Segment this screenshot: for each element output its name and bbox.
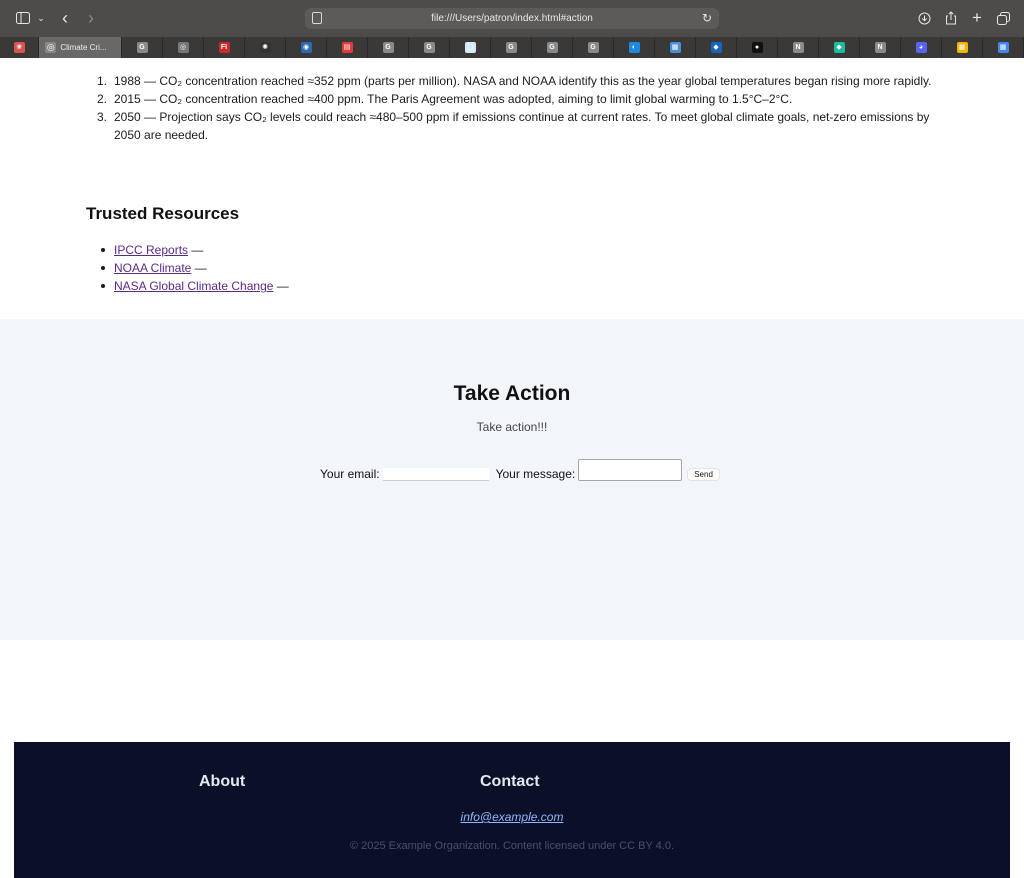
pinned-tab[interactable]: ❀ [0, 37, 40, 58]
sidebar-toggle-icon[interactable] [14, 8, 32, 28]
google-g-icon: G [587, 42, 599, 53]
message-label: Your message: [495, 467, 576, 481]
tab-overview-icon[interactable] [995, 8, 1011, 28]
notion-icon: N [874, 42, 886, 53]
list-item: NOAA Climate — [101, 259, 289, 277]
browser-tab[interactable]: ✺ [245, 37, 286, 58]
browser-tab[interactable]: N [860, 37, 901, 58]
url-text: file:///Users/patron/index.html#action [431, 13, 593, 24]
flower-app-icon: ❀ [13, 42, 25, 53]
tab-title: Climate Cri... [60, 43, 107, 52]
take-action-section: Take Action Take action!!! Your email: Y… [0, 319, 1024, 878]
discord-icon: ◕ [915, 42, 927, 53]
browser-tab[interactable]: ◆ [819, 37, 860, 58]
send-button[interactable]: Send [687, 468, 720, 481]
browser-tab[interactable]: G [573, 37, 614, 58]
email-label: Your email: [320, 467, 380, 481]
light-app-icon: ▢ [464, 42, 476, 53]
page-icon [312, 12, 322, 24]
google-g-icon: G [505, 42, 517, 53]
timeline-item: 2. 2015 — CO₂ concentration reached ≈400 … [97, 92, 793, 106]
resources-list: IPCC Reports — NOAA Climate — NASA Globa… [101, 241, 289, 295]
section-title: Take Action [453, 382, 571, 405]
browser-tab[interactable]: ▢ [450, 37, 491, 58]
email-field[interactable] [382, 468, 489, 481]
compass-icon: ◎ [177, 42, 189, 53]
teal-diamond-icon: ◆ [833, 42, 845, 53]
bullet [101, 248, 105, 252]
browser-tab[interactable]: G [409, 37, 450, 58]
tab-strip: ❀ ◎ Climate Cri... G ◎ FI ✺ ◉ ▤ G G ▢ G G G ◐ ▦ ◆ ● N ◆ N ◕… [0, 37, 1024, 58]
reload-icon[interactable]: ↻ [702, 11, 712, 25]
site-footer: About Contact info@example.com © 2025 Ex… [14, 742, 1010, 878]
new-tab-icon[interactable]: + [969, 8, 985, 28]
browser-tab[interactable]: G [122, 37, 163, 58]
forward-arrow-icon[interactable]: › [83, 8, 99, 28]
browser-tab[interactable]: ● [737, 37, 778, 58]
red-doc-icon: ▤ [341, 42, 353, 53]
noaa-icon: ◉ [300, 42, 312, 53]
resources-heading: Trusted Resources [86, 204, 240, 223]
copyright-text: © 2025 Example Organization. Content lic… [349, 840, 675, 852]
message-textarea[interactable] [578, 459, 683, 481]
calendar-icon: ▦ [956, 42, 968, 53]
browser-tab[interactable]: G [491, 37, 532, 58]
github-icon: ● [751, 42, 763, 53]
contact-form: Your email: Your message: Send [320, 453, 720, 481]
footer-contact-heading: Contact [480, 773, 540, 790]
openai-icon: ✺ [259, 42, 271, 53]
browser-tab[interactable]: ▦ [942, 37, 983, 58]
address-bar[interactable]: file:///Users/patron/index.html#action ↻ [305, 8, 719, 29]
share-icon[interactable] [943, 8, 959, 28]
noaa-bird-icon: ◆ [710, 42, 722, 53]
back-arrow-icon[interactable]: ‹ [57, 8, 73, 28]
browser-toolbar: ⌄ ‹ › file:///Users/patron/index.html#ac… [0, 0, 1024, 37]
browser-tab[interactable]: ▤ [327, 37, 368, 58]
browser-tab[interactable]: N [778, 37, 819, 58]
tab-climate-crisis[interactable]: ◎ Climate Cri... [39, 37, 122, 58]
calendar-icon: ▦ [997, 42, 1009, 53]
bullet [101, 284, 105, 288]
compass-icon: ◎ [45, 42, 57, 53]
browser-tab[interactable]: ◐ [614, 37, 655, 58]
browser-tab[interactable]: ◉ [286, 37, 327, 58]
browser-tab[interactable]: ◆ [696, 37, 737, 58]
blue-circle-icon: ◐ [628, 42, 640, 53]
noaa-link[interactable]: NOAA Climate [114, 261, 191, 275]
browser-tab[interactable]: G [532, 37, 573, 58]
browser-tab[interactable]: ◕ [901, 37, 942, 58]
timeline-item: 3. 2050 — Projection says CO₂ levels coul… [97, 110, 930, 142]
notion-icon: N [792, 42, 804, 53]
fi-app-icon: FI [218, 42, 230, 53]
nasa-link[interactable]: NASA Global Climate Change [114, 279, 273, 293]
browser-tab[interactable]: ▦ [983, 37, 1024, 58]
list-item: NASA Global Climate Change — [101, 277, 289, 295]
bullet [101, 266, 105, 270]
google-g-icon: G [382, 42, 394, 53]
list-item: IPCC Reports — [101, 241, 289, 259]
google-g-icon: G [546, 42, 558, 53]
web-page: 1. 1988 — CO₂ concentration reached ≈352 … [0, 58, 1024, 878]
section-subtitle: Take action!!! [476, 420, 548, 434]
download-icon[interactable] [916, 8, 932, 28]
timeline-text: 2015 — CO₂ concentration reached ≈400 pp… [114, 92, 793, 106]
timeline-text: 1988 — CO₂ concentration reached ≈352 pp… [114, 74, 932, 88]
browser-tab[interactable]: G [368, 37, 409, 58]
chevron-down-icon[interactable]: ⌄ [35, 8, 47, 28]
timeline-item: 1. 1988 — CO₂ concentration reached ≈352 … [97, 74, 932, 88]
footer-about-heading: About [199, 773, 246, 790]
browser-tab[interactable]: ▦ [655, 37, 696, 58]
contact-email-link[interactable]: info@example.com [14, 810, 1010, 824]
timeline-list: 1. 1988 — CO₂ concentration reached ≈352 … [97, 72, 944, 144]
blue-square-icon: ▦ [669, 42, 681, 53]
browser-tab[interactable]: ◎ [163, 37, 204, 58]
browser-tab[interactable]: FI [204, 37, 245, 58]
timeline-text: 2050 — Projection says CO₂ levels could … [114, 110, 930, 142]
google-g-icon: G [423, 42, 435, 53]
google-g-icon: G [136, 42, 148, 53]
ipcc-link[interactable]: IPCC Reports [114, 243, 188, 257]
